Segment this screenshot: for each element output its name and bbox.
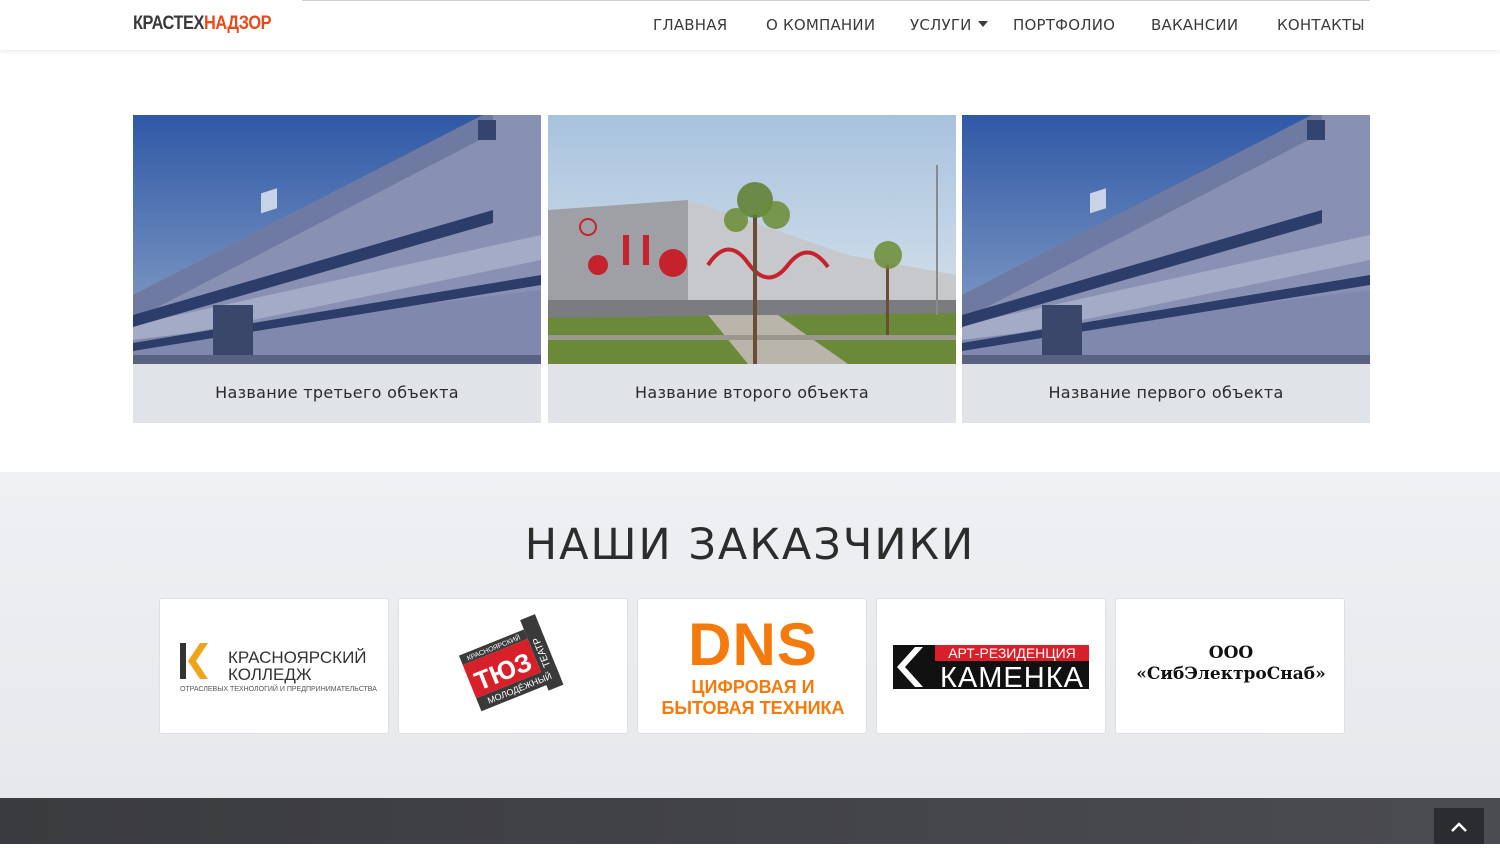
clients-heading: НАШИ ЗАКАЗЧИКИ [524, 520, 976, 570]
portfolio-card-title: Название третьего объекта [215, 383, 459, 402]
nav-vacancies[interactable]: ВАКАНСИИ [1151, 16, 1238, 34]
portfolio-card[interactable]: Название первого объекта [962, 115, 1370, 423]
scroll-to-top-button[interactable] [1434, 808, 1484, 844]
sib-line2: «СибЭлектроСнаб» [1136, 664, 1326, 684]
nav-contacts[interactable]: КОНТАКТЫ [1277, 16, 1365, 34]
college-line3: ОТРАСЛЕВЫХ ТЕХНОЛОГИЙ И ПРЕДПРИНИМАТЕЛЬС… [180, 684, 377, 693]
chevron-down-icon [977, 21, 988, 27]
logo-text-part1: КРАСТЕХ [133, 13, 205, 34]
logo-text-part2: НАДЗОР [204, 13, 272, 34]
client-logo-dns[interactable]: DNS ЦИФРОВАЯ И БЫТОВАЯ ТЕХНИКА [637, 598, 867, 734]
kamenka-name: КАМЕНКА [940, 662, 1084, 694]
nav-services-label: УСЛУГИ [910, 16, 972, 34]
site-header: КРАСТЕХНАДЗОР ГЛАВНАЯ О КОМПАНИИ УСЛУГИ … [0, 0, 1500, 50]
nav-portfolio[interactable]: ПОРТФОЛИО [1013, 16, 1115, 34]
college-logo-mark [180, 643, 186, 679]
college-logo-arrow [188, 643, 208, 679]
sib-line1: ООО [1208, 643, 1254, 663]
nav-services[interactable]: УСЛУГИ [910, 16, 988, 34]
portfolio-card-title: Название второго объекта [635, 383, 869, 402]
nav-about[interactable]: О КОМПАНИИ [766, 16, 875, 34]
header-top-rule [302, 0, 1370, 1]
chevron-up-icon [1451, 822, 1467, 832]
client-logo-tyuz[interactable]: ТЮЗ КРАСНОЯРСКИЙ МОЛОДЁЖНЫЙ ТЕАТР [398, 598, 628, 734]
college-line2: КОЛЛЕДЖ [228, 665, 312, 684]
dns-line1: ЦИФРОВАЯ И [691, 677, 814, 697]
nav-home[interactable]: ГЛАВНАЯ [653, 16, 727, 34]
site-logo[interactable]: КРАСТЕХНАДЗОР [133, 13, 272, 35]
warehouse-photo[interactable] [962, 115, 1370, 364]
portfolio-card[interactable]: Название второго объекта [548, 115, 956, 423]
kamenka-top: АРТ-РЕЗИДЕНЦИЯ [948, 645, 1076, 661]
client-logo-kamenka[interactable]: АРТ-РЕЗИДЕНЦИЯ КАМЕНКА [876, 598, 1106, 734]
client-logo-sibelektrosnab[interactable]: ООО «СибЭлектроСнаб» [1115, 598, 1345, 734]
dns-line2: БЫТОВАЯ ТЕХНИКА [661, 698, 844, 718]
dns-brand: DNS [688, 611, 818, 678]
portfolio-card[interactable]: Название третьего объекта [133, 115, 541, 423]
client-logo-college[interactable]: КРАСНОЯРСКИЙ КОЛЛЕДЖ ОТРАСЛЕВЫХ ТЕХНОЛОГ… [159, 598, 389, 734]
portfolio-card-title: Название первого объекта [1048, 383, 1284, 402]
site-footer [0, 798, 1500, 844]
warehouse-photo[interactable] [133, 115, 541, 364]
factory-photo[interactable] [548, 115, 956, 364]
